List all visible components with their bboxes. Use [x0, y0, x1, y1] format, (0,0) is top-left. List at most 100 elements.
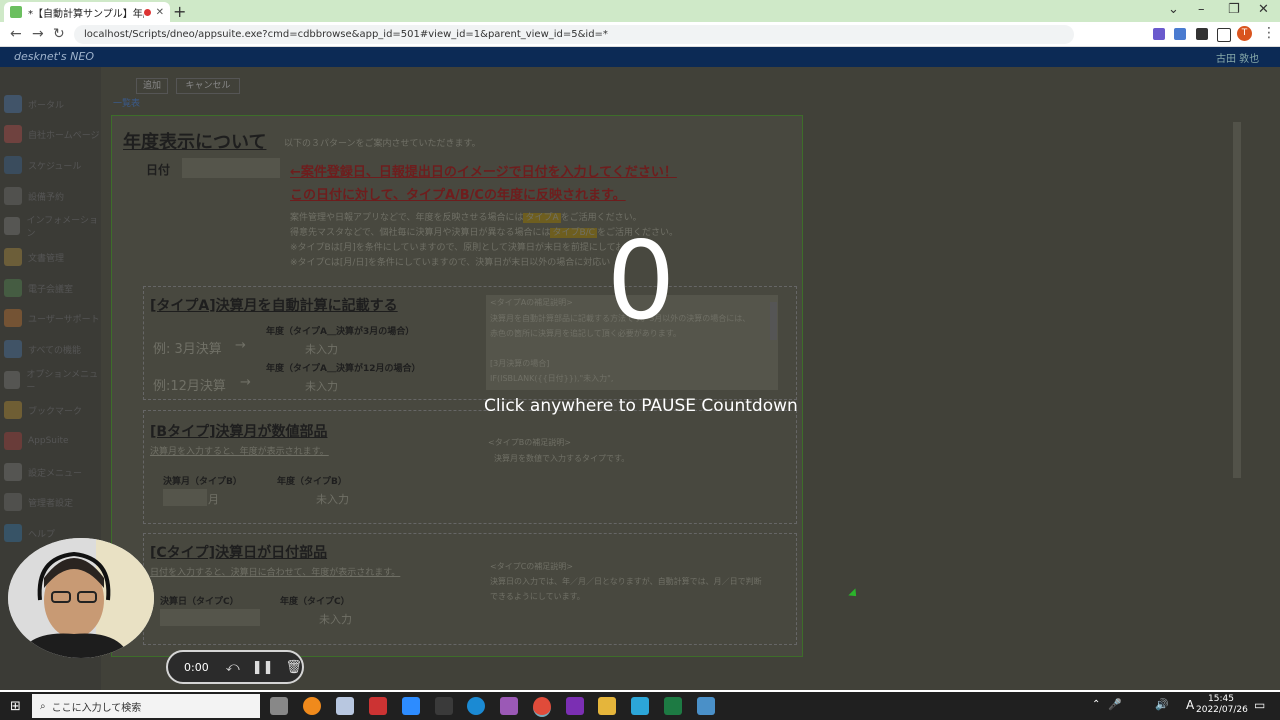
type-b-field-2-label: 年度（タイプB） — [277, 477, 347, 487]
maximize-button[interactable]: ❐ — [1228, 2, 1240, 17]
sidebar-item-label: ヘルプ — [28, 529, 56, 540]
sidebar-item-icon — [4, 217, 21, 235]
user-name[interactable]: 古田 敦也 — [1216, 50, 1259, 65]
browser-menu-icon[interactable]: ⋮ — [1262, 25, 1276, 41]
translate-icon[interactable] — [1174, 28, 1186, 40]
back-icon[interactable]: ← — [10, 26, 22, 42]
recording-time: 0:00 — [184, 660, 209, 674]
sidebar-item[interactable]: 文書管理 — [4, 245, 100, 269]
excel-icon[interactable] — [664, 697, 682, 715]
forward-icon[interactable]: → — [32, 26, 44, 42]
date-input[interactable] — [182, 158, 280, 178]
sidebar-item[interactable]: インフォメーション — [4, 214, 100, 239]
type-c-field-2-label: 年度（タイプC） — [280, 597, 350, 607]
type-b-note-title: <タイプBの補足説明> — [488, 438, 571, 447]
date-label: 日付 — [146, 163, 171, 177]
sidebar-item[interactable]: 設備予約 — [4, 184, 100, 208]
sidebar-item-icon — [4, 187, 22, 205]
close-window-button[interactable]: ✕ — [1258, 2, 1269, 17]
sidebar-item[interactable]: 電子会議室 — [4, 276, 100, 300]
search-icon: ⌕ — [40, 700, 46, 712]
sidebar-item-label: インフォメーション — [26, 216, 98, 239]
tray-chevron-icon[interactable]: ⌃ — [1092, 699, 1100, 710]
sidebar-item[interactable]: AppSuite — [4, 429, 100, 453]
type-a-field-2-value: 未入力 — [305, 380, 338, 393]
pause-icon[interactable]: ❚❚ — [252, 660, 274, 675]
app-icon[interactable] — [303, 697, 321, 715]
reload-icon[interactable]: ↻ — [53, 26, 65, 42]
person-icon — [8, 538, 154, 658]
sidebar-item-icon — [4, 493, 22, 511]
arrow-1: → — [235, 338, 246, 353]
acrobat-icon[interactable] — [369, 697, 387, 715]
taskview-icon[interactable] — [270, 697, 288, 715]
sidebar-item-icon — [4, 125, 22, 143]
minimize-button[interactable]: – — [1198, 2, 1205, 17]
file-explorer-icon[interactable] — [598, 697, 616, 715]
new-tab-button[interactable]: + — [173, 2, 186, 21]
windows-start-icon[interactable]: ⊞ — [10, 699, 21, 714]
cancel-button[interactable]: キャンセル — [176, 78, 240, 94]
type-c-heading: [Cタイプ]決算日が日付部品 — [150, 545, 328, 561]
notifications-icon[interactable]: ▭ — [1254, 698, 1265, 712]
add-button[interactable]: 追加 — [136, 78, 168, 94]
closing-month-input[interactable] — [163, 489, 207, 506]
sidebar-item[interactable]: スケジュール — [4, 153, 100, 177]
sidebar-item[interactable]: 自社ホームページ — [4, 122, 100, 146]
side-panel-icon[interactable] — [1217, 28, 1231, 42]
taskbar-search-input[interactable]: ⌕ ここに入力して検索 — [32, 694, 260, 718]
app-header — [0, 47, 1280, 67]
ime-icon[interactable]: A — [1186, 698, 1194, 712]
browser-tab[interactable]: *【自動計算サンプル】年度表示 ✕ — [4, 2, 170, 22]
sidebar-item-label: ポータル — [28, 100, 65, 111]
sidebar-item-icon — [4, 309, 22, 327]
page-scrollbar[interactable] — [1233, 122, 1241, 478]
delete-icon[interactable]: 🗑 — [285, 660, 302, 675]
recorder-control-bar: 0:00 ⤺ ❚❚ 🗑 — [166, 650, 304, 684]
zoom-icon[interactable] — [402, 697, 420, 715]
undo-icon[interactable]: ⤺ — [226, 660, 240, 675]
app-icon-3[interactable] — [500, 697, 518, 715]
countdown-number[interactable]: 0 — [596, 228, 686, 336]
list-link[interactable]: 一覧表 — [113, 96, 140, 109]
sidebar-item[interactable]: ポータル — [4, 92, 100, 116]
sidebar-item-label: 電子会議室 — [28, 284, 74, 295]
sidebar-item[interactable]: 設定メニュー — [4, 460, 100, 484]
type-c-note-body-2: できるようにしています。 — [490, 592, 585, 601]
sidebar-item[interactable]: ユーザーサポート — [4, 306, 100, 330]
taskbar-clock[interactable]: 15:45 2022/07/26 — [1196, 694, 1248, 716]
tab-close-icon[interactable]: ✕ — [156, 7, 164, 18]
sidebar-item[interactable]: オプションメニュー — [4, 368, 100, 393]
puzzle-icon[interactable] — [1196, 28, 1208, 40]
tab-search-icon[interactable]: ⌄ — [1168, 2, 1179, 17]
type-c-field-1-label: 決算日（タイプC） — [160, 597, 239, 607]
app-icon-2[interactable] — [435, 697, 453, 715]
tab-favicon-icon — [10, 6, 22, 18]
note-line-4: ※タイプCは[月/日]を条件にしていますので、決算日が末日以外の場合に対応いたし… — [290, 258, 610, 268]
app-icon-5[interactable] — [697, 697, 715, 715]
sidebar-item[interactable]: 管理者設定 — [4, 490, 100, 514]
pause-countdown-hint[interactable]: Click anywhere to PAUSE Countdown — [484, 396, 798, 416]
app-icon-4[interactable] — [631, 697, 649, 715]
month-suffix: 月 — [208, 493, 219, 506]
type-a-note-body-4: IF(ISBLANK({{日付}}),"未入力", — [490, 374, 614, 383]
profile-avatar[interactable]: T — [1237, 26, 1252, 41]
sidebar-item-icon — [4, 340, 22, 358]
microphone-icon[interactable]: 🎤 — [1108, 698, 1122, 711]
sidebar-item[interactable]: すべての機能 — [4, 337, 100, 361]
type-c-field-2-value: 未入力 — [319, 613, 352, 626]
volume-icon[interactable]: 🔊 — [1155, 698, 1169, 711]
type-b-subtitle: 決算月を入力すると、年度が表示されます。 — [150, 447, 329, 457]
note-scrollbar[interactable] — [770, 302, 777, 340]
chrome-icon[interactable] — [533, 697, 551, 717]
extension-icon[interactable] — [1153, 28, 1165, 40]
type-c-note-title: <タイプCの補足説明> — [490, 562, 573, 571]
url-input[interactable]: localhost/Scripts/dneo/appsuite.exe?cmd=… — [74, 25, 1074, 44]
onenote-icon[interactable] — [566, 697, 584, 715]
closing-date-input[interactable] — [160, 609, 260, 626]
calculator-icon[interactable] — [336, 697, 354, 715]
panel-title: 年度表示について — [123, 132, 267, 153]
edge-icon[interactable] — [467, 697, 485, 715]
browser-tab-strip — [0, 0, 1280, 22]
sidebar-item[interactable]: ブックマーク — [4, 398, 100, 422]
